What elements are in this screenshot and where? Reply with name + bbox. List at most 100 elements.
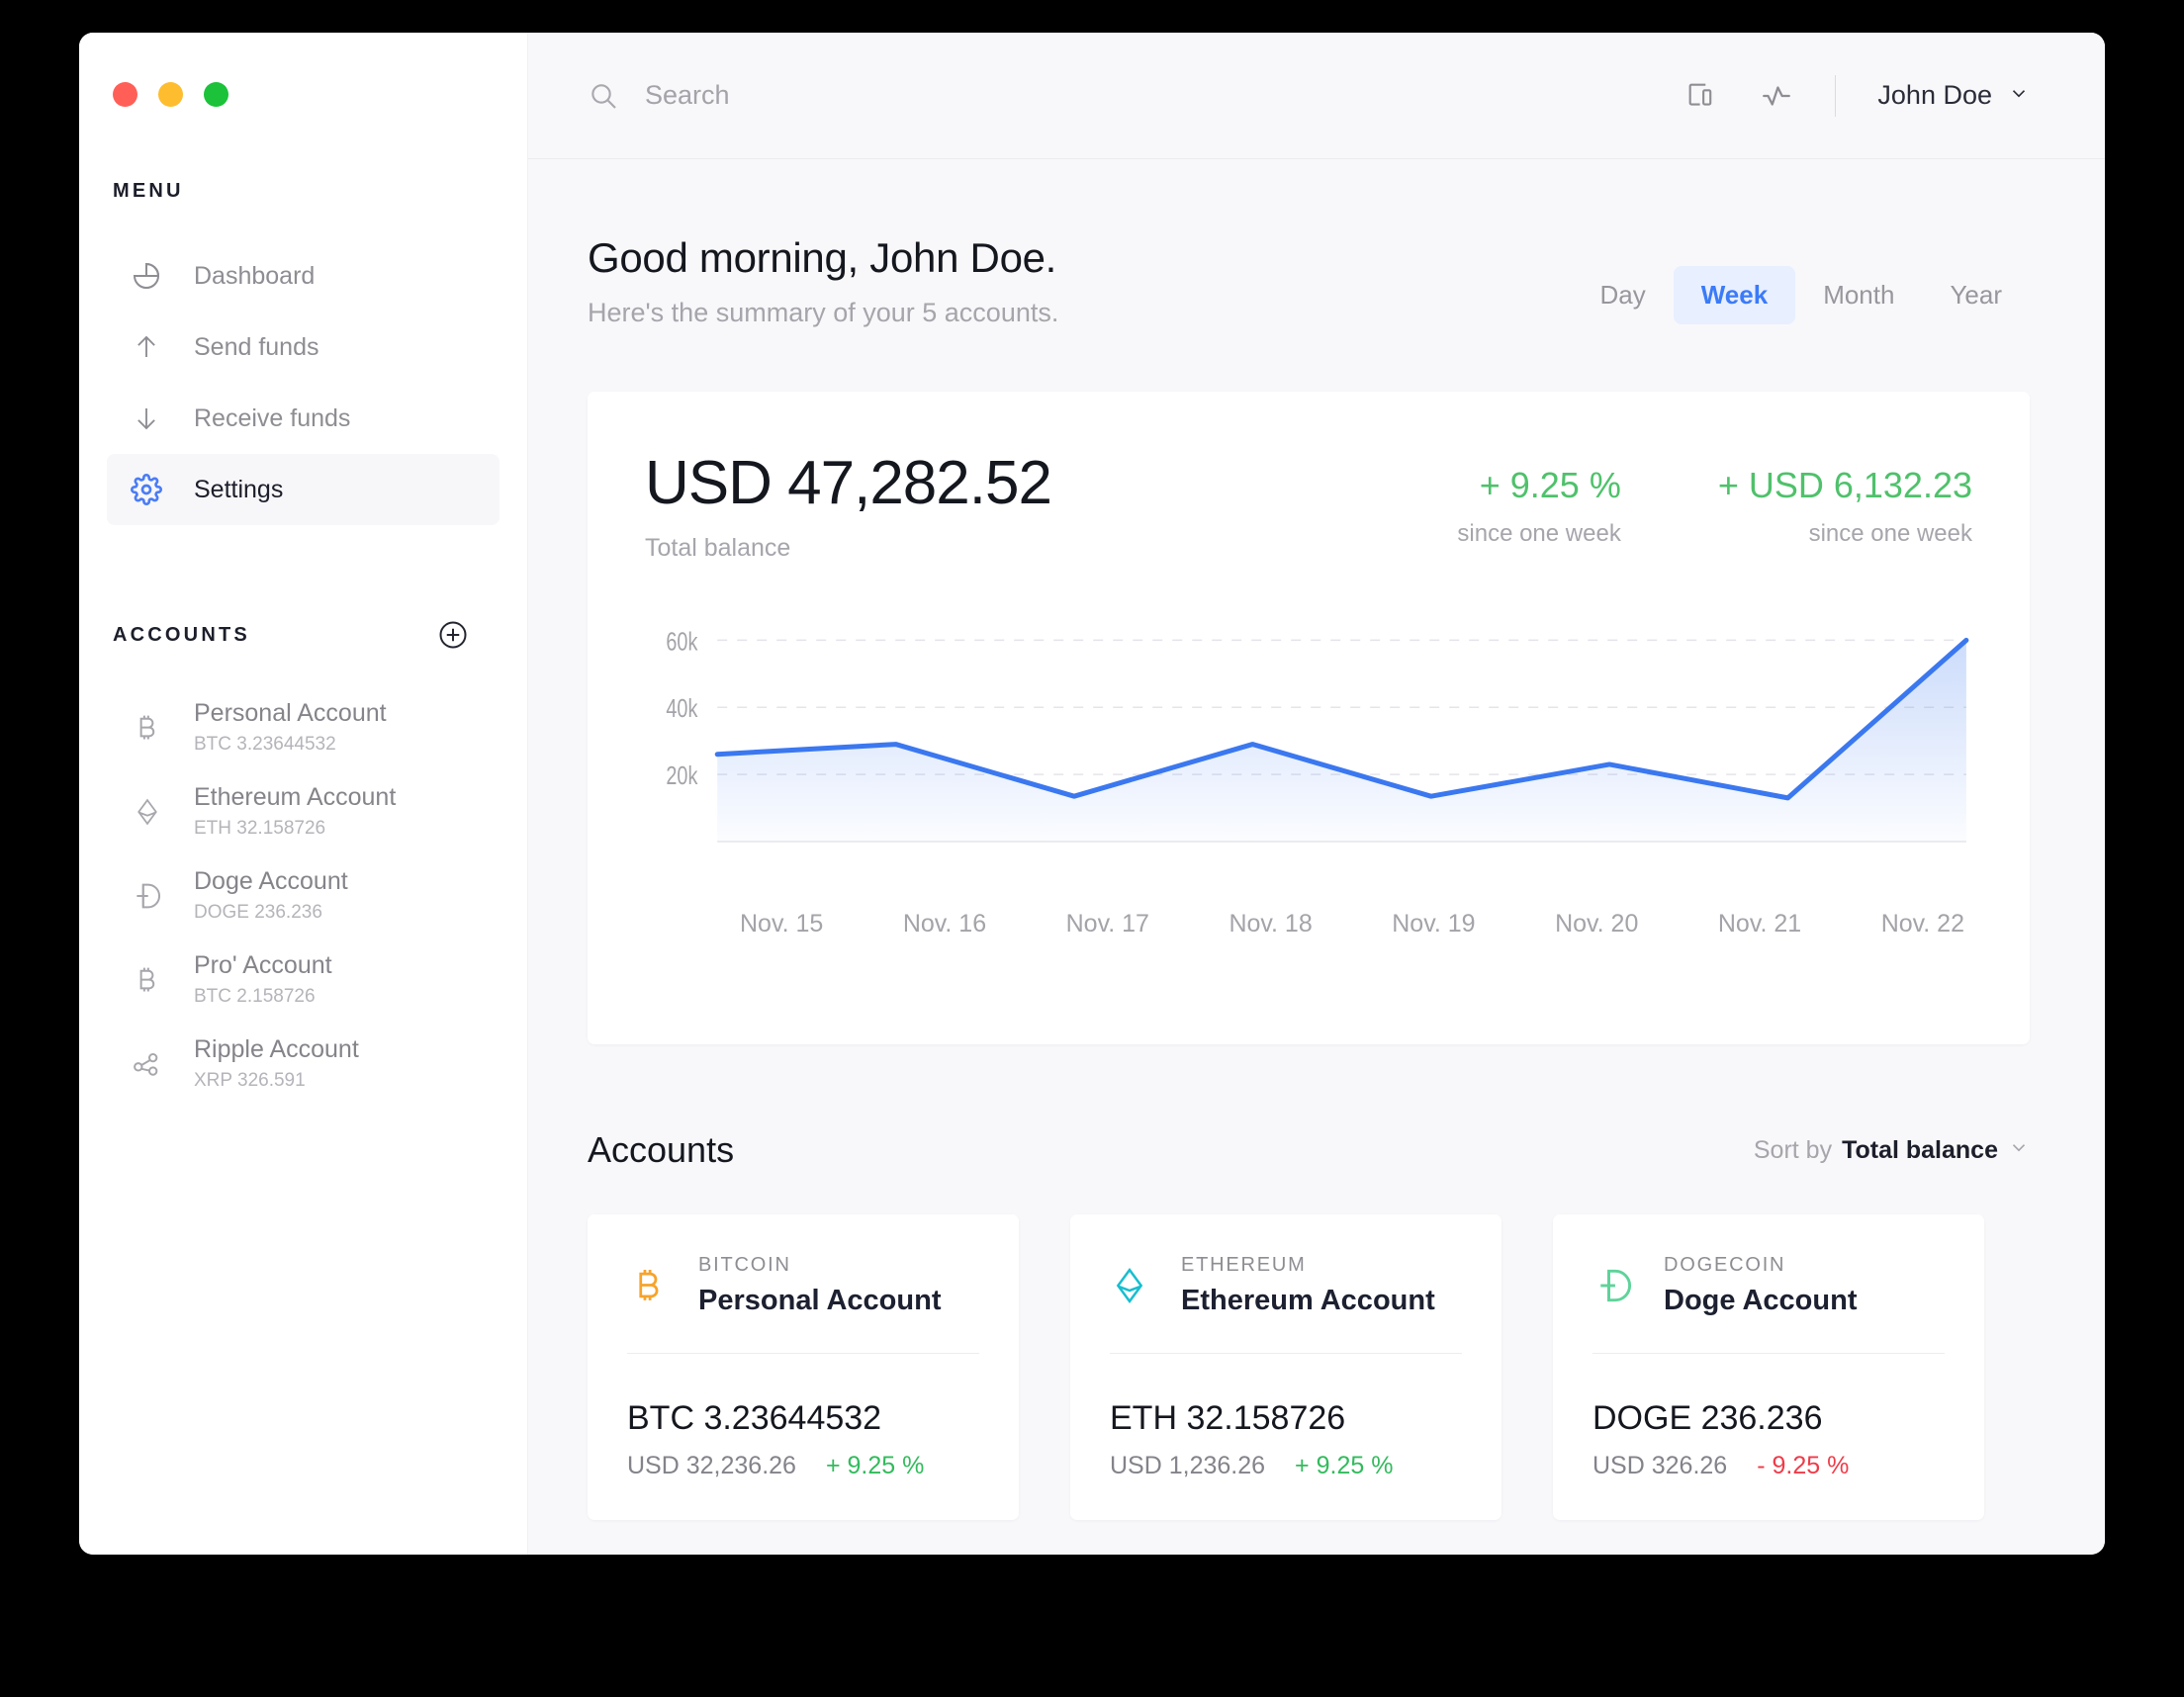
tab-month[interactable]: Month [1795,266,1922,324]
app-window: MENU Dashboard Send funds Receive funds … [79,33,2105,1555]
dogecoin-icon [129,877,166,915]
divider [627,1353,979,1354]
sidebar-account-ethereum[interactable]: Ethereum Account ETH 32.158726 [79,769,527,853]
account-balance: BTC 2.158726 [194,985,316,1007]
sidebar-item-send-funds[interactable]: Send funds [107,312,500,383]
bitcoin-icon [627,1264,673,1307]
account-name: Personal Account [194,699,387,728]
total-balance-label: Total balance [645,534,791,562]
balance-stats: + 9.25 % since one week + USD 6,132.23 s… [1457,453,1972,548]
sidebar-item-label: Settings [194,475,284,503]
card-account-name: Ethereum Account [1181,1285,1435,1316]
chart-x-tick-label: Nov. 19 [1392,910,1476,938]
search-input[interactable] [645,80,1041,111]
divider [1592,1353,1945,1354]
chart-x-tick-label: Nov. 18 [1228,910,1313,938]
tab-day[interactable]: Day [1572,266,1673,324]
greeting-block: Good morning, John Doe. Here's the summa… [588,234,1058,328]
topbar-actions: John Doe [1684,74,2030,117]
sort-by-control[interactable]: Sort by Total balance [1754,1136,2030,1165]
ripple-icon [129,1045,166,1083]
tab-week[interactable]: Week [1673,266,1796,324]
stat-percent-change: + 9.25 % since one week [1457,465,1620,548]
page-subtitle: Here's the summary of your 5 accounts. [588,298,1059,327]
sidebar-item-label: Send funds [194,332,319,361]
chevron-down-icon [2008,1136,2030,1165]
arrow-down-icon [129,401,164,436]
account-cards: BITCOIN Personal Account BTC 3.23644532 … [588,1214,2030,1520]
accounts-section-header: ACCOUNTS [79,620,527,650]
sidebar-account-personal[interactable]: Personal Account BTC 3.23644532 [79,685,527,769]
sort-by-prefix: Sort by [1753,1135,1833,1164]
window-traffic-lights [79,33,527,107]
bitcoin-icon [129,709,166,747]
stat-period: since one week [1457,520,1621,547]
gear-icon [129,472,164,507]
chart-y-tick-label: 60k [666,627,697,656]
account-card-dogecoin[interactable]: DOGECOIN Doge Account DOGE 236.236 USD 3… [1553,1214,1984,1520]
balance-chart: 20k 40k 60k Nov. 15 Nov. 16 Nov. 17 Nov. 18 No… [645,610,1972,938]
maximize-button[interactable] [204,82,228,107]
sidebar-account-doge[interactable]: Doge Account DOGE 236.236 [79,853,527,938]
close-button[interactable] [113,82,137,107]
menu-section-label: MENU [113,180,184,202]
plus-circle-icon[interactable] [438,620,468,650]
card-usd-value: USD 326.26 [1592,1452,1728,1479]
card-usd-value: USD 1,236.26 [1110,1452,1266,1479]
sidebar-account-ripple[interactable]: Ripple Account XRP 326.591 [79,1022,527,1106]
stat-period: since one week [1808,520,1972,547]
stat-value: + USD 6,132.23 [1717,465,1972,505]
sidebar-account-pro[interactable]: Pro' Account BTC 2.158726 [79,938,527,1022]
activity-pulse-icon[interactable] [1760,79,1793,113]
sidebar: MENU Dashboard Send funds Receive funds … [79,33,528,1555]
search-bar[interactable] [588,80,1684,112]
user-name: John Doe [1877,80,1992,110]
accounts-heading: Accounts [588,1129,735,1170]
ethereum-icon [129,793,166,831]
account-balance: XRP 326.591 [194,1069,306,1091]
devices-icon[interactable] [1684,79,1718,113]
account-balance: DOGE 236.236 [194,901,322,923]
main-nav: Dashboard Send funds Receive funds Setti… [79,240,527,525]
dogecoin-icon [1592,1264,1638,1307]
ethereum-icon [1110,1264,1155,1307]
total-balance-card: USD 47,282.52 Total balance + 9.25 % sin… [588,392,2030,1044]
sidebar-item-settings[interactable]: Settings [107,454,500,525]
stat-absolute-change: + USD 6,132.23 since one week [1718,465,1972,548]
chart-area-fill [717,640,1966,842]
card-currency-kind: ETHEREUM [1181,1254,1307,1276]
sidebar-item-dashboard[interactable]: Dashboard [107,240,500,312]
sidebar-item-label: Receive funds [194,403,351,432]
balance-chart-svg: 20k 40k 60k [666,627,1972,843]
sidebar-item-label: Dashboard [194,261,316,290]
chart-x-tick-label: Nov. 15 [740,910,824,938]
card-usd-value: USD 32,236.26 [627,1452,796,1479]
account-card-bitcoin[interactable]: BITCOIN Personal Account BTC 3.23644532 … [588,1214,1019,1520]
card-change-badge: - 9.25 % [1757,1452,1850,1479]
card-crypto-amount: BTC 3.23644532 [627,1399,882,1437]
page-title: Good morning, John Doe. [588,234,1057,281]
account-name: Pro' Account [194,951,332,980]
accounts-section: Accounts Sort by Total balance BITCOIN P… [588,1129,2030,1520]
sidebar-item-receive-funds[interactable]: Receive funds [107,383,500,454]
user-menu[interactable]: John Doe [1877,80,2030,111]
stat-value: + 9.25 % [1479,465,1621,505]
total-balance-amount: USD 47,282.52 [645,449,1052,517]
tab-year[interactable]: Year [1922,266,2030,324]
pie-chart-icon [129,258,164,294]
card-currency-kind: BITCOIN [698,1254,791,1276]
chevron-down-icon [2008,80,2030,111]
main-content: John Doe Good morning, John Doe. Here's … [528,33,2105,1555]
account-name: Ethereum Account [194,783,397,812]
card-account-name: Doge Account [1664,1285,1858,1316]
time-range-tabs: Day Week Month Year [1572,266,2030,324]
sort-by-value: Total balance [1842,1135,1998,1164]
account-card-ethereum[interactable]: ETHEREUM Ethereum Account ETH 32.158726 … [1070,1214,1502,1520]
topbar: John Doe [528,33,2105,159]
card-currency-kind: DOGECOIN [1664,1254,1786,1276]
chart-x-tick-label: Nov. 20 [1555,910,1639,938]
divider [1110,1353,1462,1354]
chart-y-tick-label: 40k [666,694,697,723]
minimize-button[interactable] [158,82,183,107]
bitcoin-icon [129,961,166,999]
